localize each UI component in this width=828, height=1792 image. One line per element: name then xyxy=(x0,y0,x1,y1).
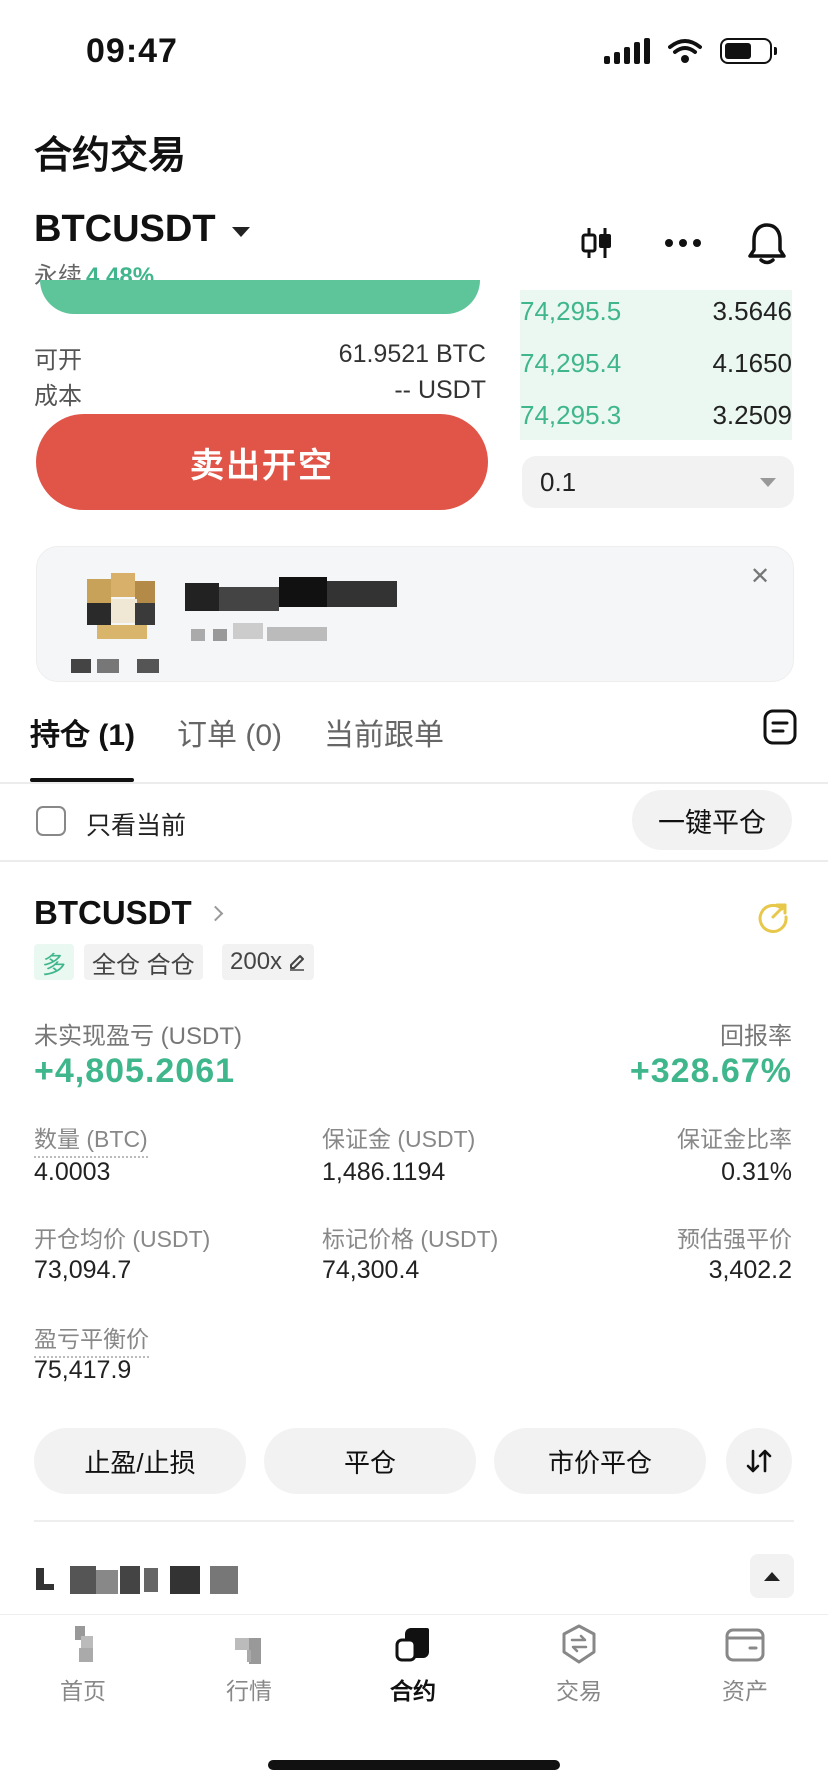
roi-label: 回报率 xyxy=(720,1023,792,1050)
ask-qty: 4.1650 xyxy=(712,348,792,378)
margin-ratio-label: 保证金比率 xyxy=(677,1126,792,1152)
market-close-button[interactable]: 市价平仓 xyxy=(494,1428,706,1494)
quantity-value: 4.0003 xyxy=(34,1158,111,1186)
wifi-icon xyxy=(668,39,702,63)
leverage-badge[interactable]: 200x xyxy=(222,944,315,980)
candlestick-icon[interactable] xyxy=(572,218,622,268)
nav-label: 行情 xyxy=(226,1678,272,1704)
market-icon xyxy=(227,1622,271,1666)
precision-value: 0.1 xyxy=(540,466,577,497)
divider xyxy=(0,782,828,784)
margin-value: 1,486.1194 xyxy=(322,1158,446,1186)
sell-short-button[interactable]: 卖出开空 xyxy=(36,414,488,510)
swap-arrows-icon xyxy=(746,1449,772,1473)
ask-price: 74,295.3 xyxy=(520,400,622,430)
home-indicator xyxy=(268,1760,560,1770)
cost-value: -- USDT xyxy=(394,376,486,404)
breakeven-value: 75,417.9 xyxy=(34,1356,132,1384)
nav-label: 资产 xyxy=(722,1678,768,1704)
nav-home[interactable]: 首页 xyxy=(28,1622,138,1706)
mark-price-value: 74,300.4 xyxy=(322,1256,420,1284)
breakeven-label[interactable]: 盈亏平衡价 xyxy=(34,1320,149,1358)
ask-price: 74,295.5 xyxy=(520,296,622,326)
obscured-content xyxy=(34,1566,274,1596)
edit-icon xyxy=(290,955,305,971)
margin-ratio-value: 0.31% xyxy=(721,1158,792,1186)
history-icon[interactable] xyxy=(762,708,798,751)
bell-icon[interactable] xyxy=(742,218,792,268)
cost-label: 成本 xyxy=(34,383,82,410)
available-value: 61.9521 BTC xyxy=(338,340,486,368)
order-book-row[interactable]: 74,295.5 3.5646 xyxy=(520,296,792,327)
quantity-label[interactable]: 数量 (BTC) xyxy=(34,1120,148,1158)
available-label: 可开 xyxy=(34,347,82,374)
mark-price-label: 标记价格 (USDT) xyxy=(322,1226,499,1252)
pair-symbol: BTCUSDT xyxy=(34,208,216,250)
pair-selector[interactable]: BTCUSDT xyxy=(34,208,250,251)
close-position-button[interactable]: 平仓 xyxy=(264,1428,476,1494)
precision-select[interactable]: 0.1 xyxy=(522,456,794,508)
chevron-right-icon xyxy=(207,905,223,921)
liq-price-value: 3,402.2 xyxy=(708,1256,792,1284)
divider xyxy=(0,860,828,862)
margin-label: 保证金 (USDT) xyxy=(322,1126,476,1152)
futures-icon xyxy=(391,1622,435,1666)
battery-icon xyxy=(720,38,777,64)
position-symbol: BTCUSDT xyxy=(34,894,192,931)
pnl-label: 未实现盈亏 (USDT) xyxy=(34,1023,242,1050)
ask-price: 74,295.4 xyxy=(520,348,622,378)
entry-price-label: 开仓均价 (USDT) xyxy=(34,1226,211,1252)
ask-qty: 3.5646 xyxy=(712,296,792,326)
order-book-row[interactable]: 74,295.3 3.2509 xyxy=(520,400,792,431)
reverse-position-button[interactable] xyxy=(726,1428,792,1494)
roi-value: +328.67% xyxy=(629,1052,792,1090)
only-current-label: 只看当前 xyxy=(86,812,187,840)
nav-assets[interactable]: 资产 xyxy=(690,1622,800,1706)
tp-sl-button[interactable]: 止盈/止损 xyxy=(34,1428,246,1494)
nav-label: 交易 xyxy=(556,1678,602,1704)
cellular-signal-icon xyxy=(604,38,650,64)
more-icon[interactable] xyxy=(658,218,708,268)
nav-trade[interactable]: 交易 xyxy=(524,1622,634,1706)
nav-futures[interactable]: 合约 xyxy=(358,1622,468,1706)
section-divider xyxy=(34,1520,794,1522)
share-icon[interactable] xyxy=(756,900,790,939)
nav-label: 合约 xyxy=(390,1678,436,1704)
tab-positions[interactable]: 持仓 (1) xyxy=(30,710,135,754)
nav-label: 首页 xyxy=(60,1678,106,1704)
trade-icon xyxy=(557,1622,601,1666)
nav-market[interactable]: 行情 xyxy=(194,1622,304,1706)
status-time: 09:47 xyxy=(86,32,178,70)
side-badge: 多 xyxy=(34,944,74,980)
tab-orders[interactable]: 订单 (0) xyxy=(177,710,282,754)
position-tabs: 持仓 (1) 订单 (0) 当前跟单 xyxy=(30,710,444,754)
amount-slider[interactable] xyxy=(40,280,480,314)
only-current-checkbox[interactable] xyxy=(36,806,66,836)
leverage-value: 200x xyxy=(230,948,283,975)
status-icons xyxy=(604,38,777,64)
page-title: 合约交易 xyxy=(34,135,187,177)
caret-down-icon xyxy=(231,226,250,237)
wallet-icon xyxy=(723,1622,767,1666)
tab-copy-trading[interactable]: 当前跟单 xyxy=(324,710,444,754)
collapse-button[interactable] xyxy=(750,1554,794,1598)
banner-close-icon[interactable]: ✕ xyxy=(750,562,770,591)
entry-price-value: 73,094.7 xyxy=(34,1256,132,1284)
order-book: 74,295.5 3.5646 74,295.4 4.1650 74,295.3… xyxy=(520,290,792,440)
promo-banner[interactable] xyxy=(36,546,794,682)
caret-up-icon xyxy=(764,1571,780,1581)
margin-mode-badge: 全仓 合仓 xyxy=(84,944,203,980)
close-all-button[interactable]: 一键平仓 xyxy=(632,790,792,850)
liq-price-label: 预估强平价 xyxy=(677,1226,792,1252)
pnl-value: +4,805.2061 xyxy=(34,1052,236,1090)
ask-qty: 3.2509 xyxy=(712,400,792,430)
home-icon xyxy=(61,1622,105,1666)
order-book-row[interactable]: 74,295.4 4.1650 xyxy=(520,348,792,379)
dropdown-arrow-icon xyxy=(760,477,776,487)
position-symbol-link[interactable]: BTCUSDT xyxy=(34,894,223,932)
